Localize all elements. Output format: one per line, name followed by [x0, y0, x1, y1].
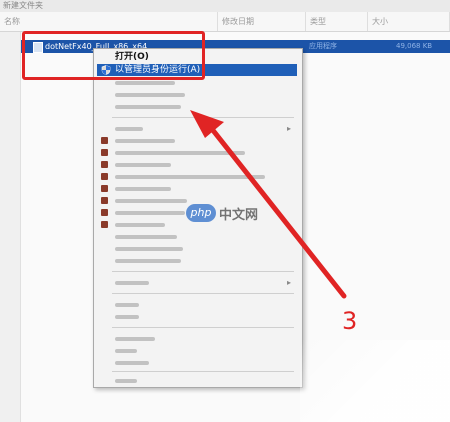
watermark-text: 中文网: [219, 207, 259, 223]
corner-fade-overlay: [300, 340, 450, 422]
step-number: 3: [342, 307, 358, 335]
watermark: php 中文网: [186, 202, 258, 224]
watermark-logo: php: [186, 204, 216, 222]
